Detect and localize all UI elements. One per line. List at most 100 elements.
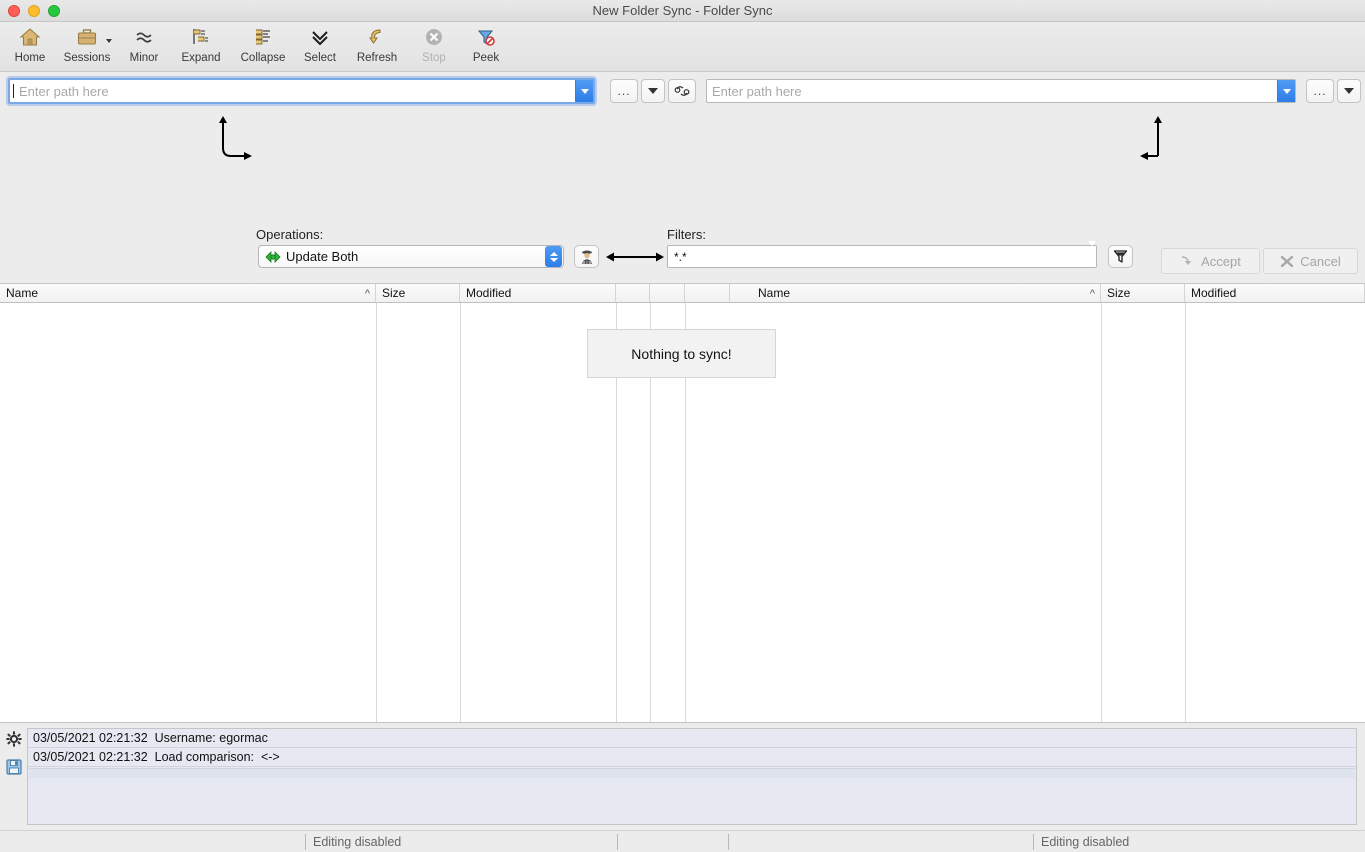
toolbar-label: Sessions [64,52,111,64]
column-headers: Name ^ Size Modified Name ^ Size Modifie… [0,283,1365,303]
right-path-placeholder: Enter path here [707,84,1277,99]
operations-select[interactable]: Update Both [258,245,564,268]
column-label: Modified [466,286,511,300]
main-toolbar: Home Sessions Minor [0,22,1365,72]
center-column-spacer [685,284,730,302]
cancel-x-icon [1280,255,1294,268]
filters-label: Filters: [667,227,706,242]
log-output[interactable]: 03/05/2021 02:21:32 Username: egormac 03… [27,728,1357,825]
operations-stepper[interactable] [545,246,562,267]
right-column-modified[interactable]: Modified [1185,284,1365,302]
toolbar-button-minor[interactable]: Minor [118,22,170,70]
home-icon [16,25,44,49]
toolbar-button-select[interactable]: Select [294,22,346,70]
toolbar-button-peek[interactable]: Peek [460,22,512,70]
swap-paths-icon [674,84,690,98]
check-icon [306,25,334,49]
list-divider [460,303,461,722]
chevron-down-icon [1283,89,1291,94]
log-tool-strip [0,723,27,830]
toolbar-button-refresh[interactable]: Refresh [346,22,408,70]
toolbar-button-stop: Stop [408,22,460,70]
direction-both-arrow-icon [604,247,666,267]
filters-input[interactable]: *.* [667,245,1097,268]
toolbar-button-collapse[interactable]: Collapse [232,22,294,70]
left-column-size[interactable]: Size [376,284,460,302]
right-path-dropdown-button[interactable] [1277,80,1295,102]
update-both-icon [265,251,281,263]
path-bar: Enter path here ... Enter path here [0,72,1365,110]
chevron-down-icon [106,39,112,43]
left-path-placeholder: Enter path here [14,84,575,99]
right-path-history-button[interactable] [1337,79,1361,103]
chevron-down-icon [581,89,589,94]
sort-ascending-icon: ^ [1090,288,1095,300]
toolbar-label: Refresh [357,52,397,64]
cancel-button: Cancel [1263,248,1358,274]
toolbar-label: Peek [473,52,499,64]
title-bar: New Folder Sync - Folder Sync [0,0,1365,22]
left-browse-button[interactable]: ... [610,79,638,103]
filter-settings-button[interactable] [1108,245,1133,268]
status-bar: Editing disabled Editing disabled [0,830,1365,852]
cancel-label: Cancel [1300,254,1340,269]
left-path-dropdown-button[interactable] [575,80,593,102]
window-title: New Folder Sync - Folder Sync [0,3,1365,18]
chevron-up-icon [550,252,558,256]
right-browse-label: ... [1313,88,1326,94]
operations-label: Operations: [256,227,323,242]
empty-state-text: Nothing to sync! [631,346,731,362]
chevron-down-icon [648,88,658,94]
left-column-spacer-2 [650,284,685,302]
right-path-input[interactable]: Enter path here [706,79,1296,103]
save-floppy-icon[interactable] [6,759,22,778]
column-label: Modified [1191,286,1236,300]
expand-icon [187,25,215,49]
toolbar-button-home[interactable]: Home [4,22,56,70]
left-path-history-button[interactable] [641,79,665,103]
swap-paths-button[interactable] [668,79,696,103]
sync-list-area[interactable]: Nothing to sync! [0,303,1365,723]
collapse-icon [249,25,277,49]
chevron-down-icon [1344,88,1354,94]
right-column-size[interactable]: Size [1101,284,1185,302]
folder-sync-window: New Folder Sync - Folder Sync Home [0,0,1365,852]
toolbar-label: Home [15,52,46,64]
status-left-spacer [617,834,727,850]
column-label: Name [6,286,38,300]
operations-panel: Operations: Update Both Copy newer and o… [0,110,1365,282]
left-column-modified[interactable]: Modified [460,284,616,302]
toolbar-button-sessions[interactable]: Sessions [56,22,118,70]
user-profile-button[interactable] [574,245,599,268]
chevron-down-icon [1088,241,1096,261]
column-label: Size [382,286,405,300]
accept-label: Accept [1201,254,1241,269]
user-profile-icon [579,249,595,265]
briefcase-icon [73,25,101,49]
status-right-editing: Editing disabled [1033,834,1363,850]
list-divider [1101,303,1102,722]
column-label: Size [1107,286,1130,300]
filters-dropdown-button[interactable] [1088,246,1096,267]
list-divider [376,303,377,722]
operations-selected-value: Update Both [286,249,545,264]
right-browse-button[interactable]: ... [1306,79,1334,103]
left-path-input[interactable]: Enter path here [8,78,595,104]
left-column-name[interactable]: Name ^ [0,284,376,302]
stop-icon [420,25,448,49]
log-horizontal-scrollbar[interactable] [29,768,1355,778]
list-divider [1185,303,1186,722]
peek-icon [472,25,500,49]
log-panel: 03/05/2021 02:21:32 Username: egormac 03… [0,723,1365,830]
toolbar-button-expand[interactable]: Expand [170,22,232,70]
right-annotation-arrow [1128,104,1178,160]
toolbar-label: Expand [181,52,220,64]
settings-gear-icon[interactable] [6,731,22,750]
approx-icon [130,25,158,49]
status-center-spacer [728,834,1028,850]
right-column-name[interactable]: Name ^ [730,284,1101,302]
sort-ascending-icon: ^ [365,288,370,300]
left-browse-label: ... [617,88,630,94]
empty-state-message: Nothing to sync! [587,329,776,378]
log-line: 03/05/2021 02:21:32 Load comparison: <-> [28,748,1356,767]
